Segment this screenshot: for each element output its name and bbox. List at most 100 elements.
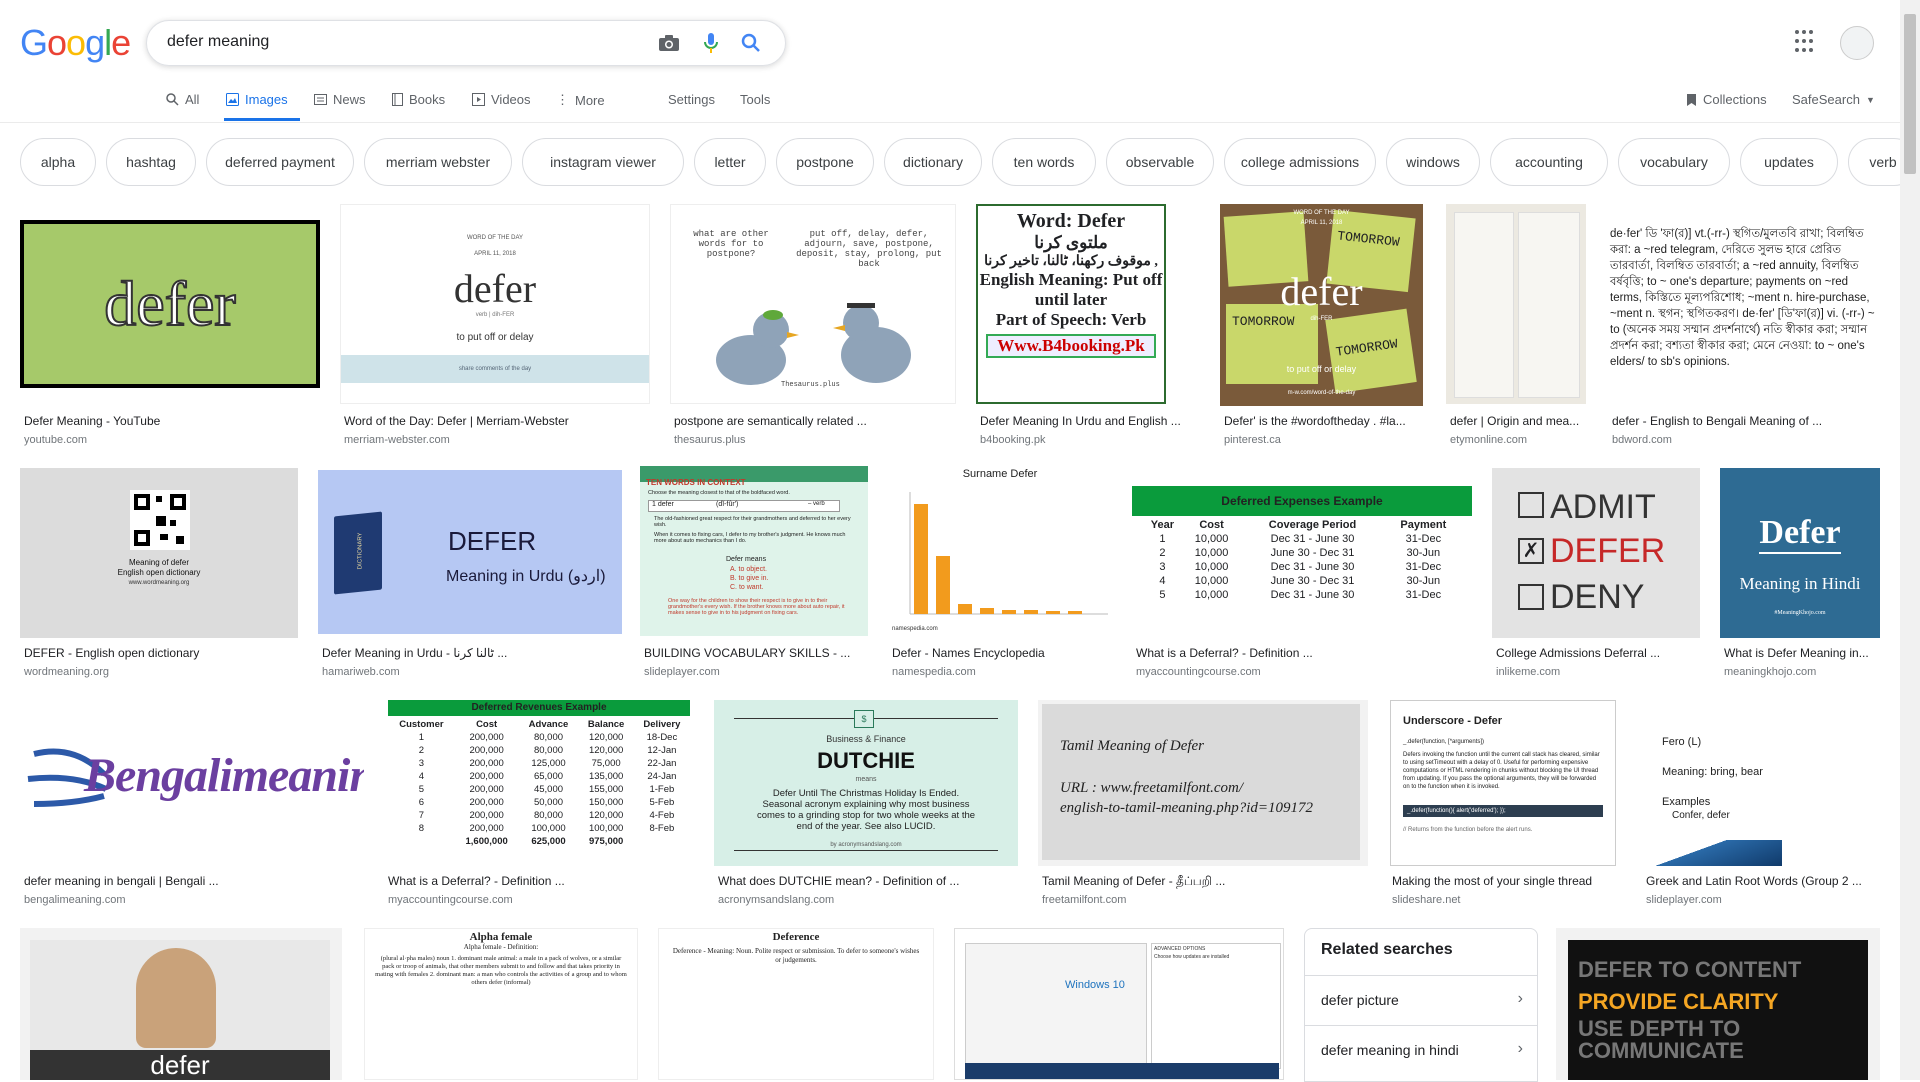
result-caption[interactable]: postpone are semantically related ...	[674, 414, 950, 428]
result-caption[interactable]: Defer Meaning in Urdu - ٹالنا کرنا ...	[322, 646, 618, 660]
tab-books[interactable]: Books	[392, 92, 445, 107]
chip[interactable]: letter	[694, 138, 766, 186]
result-image[interactable]: WORD OF THE DAY APRIL 11, 2018 defer ver…	[340, 204, 650, 404]
result-source[interactable]: meaningkhojo.com	[1724, 666, 1816, 678]
result-caption[interactable]: What is a Deferral? - Definition ...	[1136, 646, 1466, 660]
result-image[interactable]: Alpha female Alpha female - Definition: …	[364, 928, 638, 1080]
result-image[interactable]: de·fer' ডি 'ফা(র)] vt.(-rr-) স্থগিত/মুলত…	[1608, 204, 1880, 404]
result-image[interactable]: Surname Defer namespedia.com	[888, 466, 1112, 636]
tab-all[interactable]: All	[166, 92, 199, 107]
chip[interactable]: hashtag	[106, 138, 196, 186]
result-source[interactable]: inlikeme.com	[1496, 666, 1560, 678]
chip[interactable]: instagram viewer	[522, 138, 684, 186]
result-source[interactable]: merriam-webster.com	[344, 434, 450, 446]
result-source[interactable]: pinterest.ca	[1224, 434, 1281, 446]
tab-images[interactable]: Images	[226, 92, 288, 107]
related-search-item[interactable]: defer meaning in hindi ›	[1305, 1025, 1537, 1075]
result-source[interactable]: myaccountingcourse.com	[1136, 666, 1261, 678]
result-caption[interactable]: defer | Origin and mea...	[1450, 414, 1582, 428]
chip[interactable]: dictionary	[884, 138, 982, 186]
result-caption[interactable]: Greek and Latin Root Words (Group 2 ...	[1646, 874, 1880, 888]
result-image[interactable]: DICTIONARY DEFER Meaning in Urdu (اردو)	[318, 470, 622, 634]
chip[interactable]: vocabulary	[1618, 138, 1730, 186]
result-caption[interactable]: BUILDING VOCABULARY SKILLS - ...	[644, 646, 864, 660]
chip[interactable]: observable	[1106, 138, 1214, 186]
result-source[interactable]: bengalimeaning.com	[24, 894, 126, 906]
result-caption[interactable]: Tamil Meaning of Defer - தீப்பறி ...	[1042, 874, 1364, 890]
result-source[interactable]: freetamilfont.com	[1042, 894, 1126, 906]
chip[interactable]: college admissions	[1224, 138, 1376, 186]
result-source[interactable]: etymonline.com	[1450, 434, 1527, 446]
result-caption[interactable]: defer meaning in bengali | Bengali ...	[24, 874, 360, 888]
result-image[interactable]: TEN WORDS IN CONTEXT Choose the meaning …	[640, 466, 868, 636]
search-box[interactable]: defer meaning	[146, 20, 786, 66]
safesearch-menu[interactable]: SafeSearch ▼	[1792, 92, 1875, 107]
result-source[interactable]: namespedia.com	[892, 666, 976, 678]
result-caption[interactable]: DEFER - English open dictionary	[24, 646, 294, 660]
result-source[interactable]: slideshare.net	[1392, 894, 1461, 906]
result-image[interactable]: Deference Deference - Meaning: Noun. Pol…	[658, 928, 934, 1080]
result-caption[interactable]: What is a Deferral? - Definition ...	[388, 874, 690, 888]
chip[interactable]: accounting	[1490, 138, 1608, 186]
tab-videos[interactable]: Videos	[472, 92, 531, 107]
result-image[interactable]: Meaning of defer English open dictionary…	[20, 468, 298, 638]
result-source[interactable]: wordmeaning.org	[24, 666, 109, 678]
result-image[interactable]: Deferred Expenses Example Year Cost Covera…	[1132, 466, 1472, 636]
settings-link[interactable]: Settings	[668, 92, 715, 107]
chip[interactable]: deferred payment	[206, 138, 354, 186]
apps-grid-icon[interactable]	[1795, 30, 1819, 54]
result-source[interactable]: b4booking.pk	[980, 434, 1045, 446]
result-caption[interactable]: Defer Meaning In Urdu and English ...	[980, 414, 1190, 428]
result-image[interactable]: what are other words for to postpone? pu…	[670, 204, 956, 404]
result-image[interactable]: TOMORROW TOMORROW TOMORROW WORD OF THE D…	[1220, 204, 1423, 406]
camera-icon[interactable]	[657, 31, 681, 55]
result-image[interactable]: $ Business & Finance DUTCHIE means Defer…	[714, 700, 1018, 866]
result-image[interactable]: Bengalimeaning.com	[20, 700, 364, 866]
result-caption[interactable]: Word of the Day: Defer | Merriam-Webster	[344, 414, 644, 428]
result-image[interactable]	[1446, 204, 1586, 404]
result-caption[interactable]: What does DUTCHIE mean? - Definition of …	[718, 874, 1014, 888]
result-source[interactable]: bdword.com	[1612, 434, 1672, 446]
chip[interactable]: postpone	[776, 138, 874, 186]
result-image[interactable]: defer	[20, 220, 320, 388]
result-source[interactable]: hamariweb.com	[322, 666, 400, 678]
result-source[interactable]: myaccountingcourse.com	[388, 894, 513, 906]
avatar[interactable]	[1840, 26, 1874, 60]
chip[interactable]: ten words	[992, 138, 1096, 186]
result-source[interactable]: acronymsandslang.com	[718, 894, 834, 906]
result-source[interactable]: slideplayer.com	[1646, 894, 1722, 906]
result-image[interactable]: DEFER TO CONTENT PROVIDE CLARITY USE DEP…	[1556, 928, 1880, 1080]
result-caption[interactable]: Making the most of your single thread	[1392, 874, 1612, 888]
result-source[interactable]: slideplayer.com	[644, 666, 720, 678]
related-search-item[interactable]: defer picture ›	[1305, 975, 1537, 1025]
scrollbar-thumb[interactable]	[1904, 14, 1916, 174]
tab-more[interactable]: ⋮ More	[556, 92, 605, 108]
result-image[interactable]: Defer Meaning in Hindi #MeaningKhojo.com	[1720, 468, 1880, 638]
microphone-icon[interactable]	[699, 31, 723, 55]
result-caption[interactable]: Defer' is the #wordoftheday . #la...	[1224, 414, 1418, 428]
chip[interactable]: updates	[1740, 138, 1838, 186]
result-image[interactable]: Deferred Revenues Example Customer Cost Ad…	[384, 700, 694, 866]
result-image[interactable]: defer	[20, 928, 342, 1080]
result-caption[interactable]: College Admissions Deferral ...	[1496, 646, 1696, 660]
result-image[interactable]: Underscore - Defer _.defer(function, [*a…	[1390, 700, 1616, 866]
tab-news[interactable]: News	[314, 92, 366, 107]
result-caption[interactable]: Defer - Names Encyclopedia	[892, 646, 1108, 660]
tools-link[interactable]: Tools	[740, 92, 770, 107]
result-source[interactable]: youtube.com	[24, 434, 87, 446]
chip[interactable]: alpha	[20, 138, 96, 186]
result-image[interactable]: Tamil Meaning of Defer URL : www.freetam…	[1038, 700, 1368, 866]
chip[interactable]: windows	[1386, 138, 1480, 186]
result-image[interactable]: Word: Defer ملتوی کرنا موقوف رکھنا، ٹالن…	[976, 204, 1166, 404]
search-icon[interactable]	[739, 31, 763, 55]
result-caption[interactable]: defer - English to Bengali Meaning of ..…	[1612, 414, 1880, 428]
result-caption[interactable]: What is Defer Meaning in...	[1724, 646, 1880, 660]
result-image[interactable]: ADMIT ✗ DEFER DENY	[1492, 468, 1700, 638]
chip[interactable]: merriam webster	[364, 138, 512, 186]
result-caption[interactable]: Defer Meaning - YouTube	[24, 414, 314, 428]
result-image[interactable]: Windows 10 ADVANCED OPTIONS Choose how u…	[954, 928, 1284, 1080]
google-logo[interactable]: Google	[20, 22, 131, 64]
search-input[interactable]: defer meaning	[167, 33, 269, 51]
result-source[interactable]: thesaurus.plus	[674, 434, 746, 446]
result-image[interactable]: Fero (L) Meaning: bring, bear Examples C…	[1642, 700, 1880, 866]
